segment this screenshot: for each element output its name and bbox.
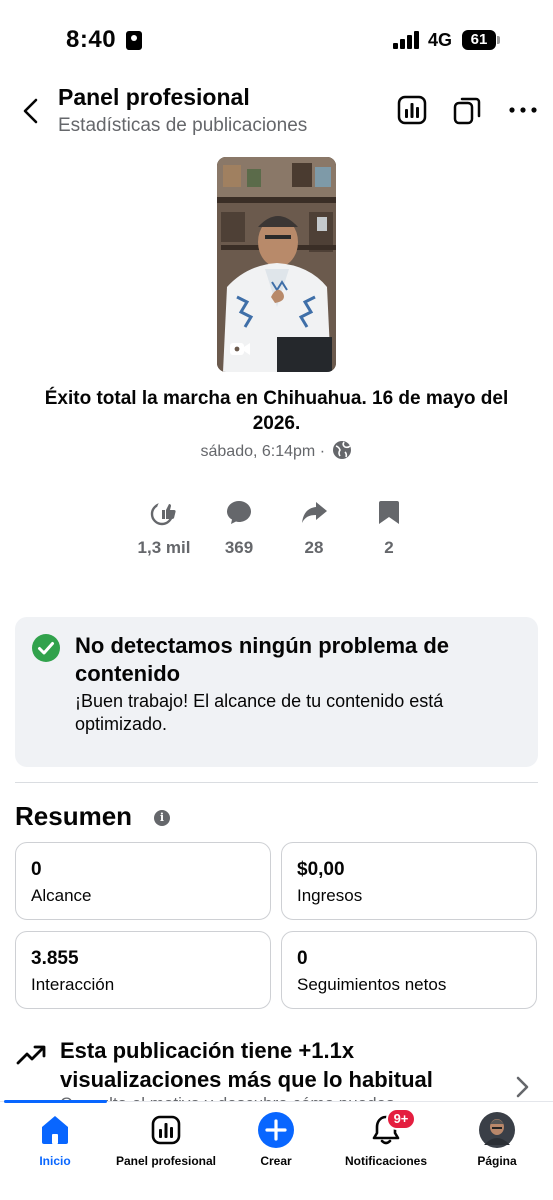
post-date-text: sábado, 6:14pm · xyxy=(200,443,326,460)
metric-label: Interacción xyxy=(31,975,115,994)
metric-label: Alcance xyxy=(31,886,92,905)
copy-icon[interactable] xyxy=(451,94,483,126)
tab-label: Crear xyxy=(260,1154,292,1168)
more-options-icon[interactable] xyxy=(507,94,539,126)
reactions-count: 1,3 mil xyxy=(137,538,191,557)
post-date: sábado, 6:14pm · xyxy=(0,440,553,461)
tab-label: Notificaciones xyxy=(344,1154,428,1168)
reactions-stat[interactable]: 1,3 mil xyxy=(124,498,204,558)
post-video-thumbnail[interactable] xyxy=(217,157,336,372)
back-arrow-icon[interactable] xyxy=(18,96,46,126)
tab-create[interactable]: Crear xyxy=(246,1112,306,1168)
video-camera-icon xyxy=(230,343,250,355)
metric-card-engagement[interactable]: 3.855 Interacción xyxy=(15,931,271,1009)
metric-card-net-follows[interactable]: 0 Seguimientos netos xyxy=(281,931,537,1009)
notification-badge: 9+ xyxy=(386,1108,416,1130)
metric-value: 0 xyxy=(31,859,42,880)
saves-count: 2 xyxy=(384,538,394,557)
comments-count: 369 xyxy=(224,538,254,557)
tab-home[interactable]: Inicio xyxy=(22,1112,88,1168)
network-type: 4G xyxy=(428,30,453,50)
content-status-description: ¡Buen trabajo! El alcance de tu contenid… xyxy=(75,691,444,734)
metric-value: $0,00 xyxy=(297,859,345,880)
screen-lock-icon xyxy=(126,31,142,50)
notifications-icon-wrap: 9+ xyxy=(368,1108,416,1148)
insights-chart-icon[interactable] xyxy=(396,94,428,126)
page-subtitle: Estadísticas de publicaciones xyxy=(58,115,308,136)
post-title: Éxito total la marcha en Chihuahua. 16 d… xyxy=(44,388,509,434)
status-time: 8:40 xyxy=(66,26,117,53)
shares-count: 28 xyxy=(304,538,324,557)
status-bar: 8:40 4G 61 xyxy=(0,0,553,80)
home-icon xyxy=(42,1116,68,1144)
info-icon[interactable]: i xyxy=(154,810,170,826)
content-status-title: No detectamos ningún problema de conteni… xyxy=(75,633,450,686)
metric-label: Seguimientos netos xyxy=(297,975,447,994)
page-avatar xyxy=(479,1112,515,1148)
tab-label: Página xyxy=(477,1154,517,1168)
shares-stat[interactable]: 28 xyxy=(274,498,354,558)
tab-notifications[interactable]: 9+ Notificaciones xyxy=(336,1108,436,1168)
reactions-icon xyxy=(150,499,177,526)
dashboard-chart-icon xyxy=(151,1115,181,1145)
page-title: Panel profesional xyxy=(58,84,250,110)
content-status-card: No detectamos ningún problema de conteni… xyxy=(15,617,538,767)
metric-card-reach[interactable]: 0 Alcance xyxy=(15,842,271,920)
metric-card-earnings[interactable]: $0,00 Ingresos xyxy=(281,842,537,920)
comments-stat[interactable]: 369 xyxy=(199,498,279,558)
share-arrow-icon xyxy=(302,502,327,523)
saves-stat[interactable]: 2 xyxy=(349,498,429,558)
chevron-right-icon[interactable] xyxy=(512,1074,532,1100)
tab-page[interactable]: Página xyxy=(472,1112,522,1168)
bookmark-icon xyxy=(379,501,399,524)
create-plus-icon xyxy=(258,1112,294,1148)
tab-label: Panel profesional xyxy=(115,1154,217,1168)
performance-insight[interactable]: Esta publicación tiene +1.1x visualizaci… xyxy=(0,1032,553,1107)
video-frame-image xyxy=(217,157,336,372)
tab-professional-dashboard[interactable]: Panel profesional xyxy=(108,1112,224,1168)
success-check-icon xyxy=(32,634,60,662)
metric-label: Ingresos xyxy=(297,886,363,905)
trending-up-icon xyxy=(16,1045,46,1065)
cellular-signal-icon xyxy=(393,31,421,49)
insight-text: Esta publicación tiene +1.1x visualizaci… xyxy=(60,1038,433,1092)
public-globe-icon xyxy=(333,441,352,459)
active-tab-indicator xyxy=(4,1100,107,1103)
section-divider xyxy=(15,782,538,783)
comment-icon xyxy=(227,501,251,524)
bottom-tab-bar: Inicio Panel profesional Crear 9+ Notifi… xyxy=(0,1100,553,1200)
metric-value: 0 xyxy=(297,948,308,969)
battery-level: 61 xyxy=(462,30,500,50)
summary-heading: Resumen xyxy=(15,801,133,831)
post-stats: 1,3 mil 369 28 2 xyxy=(0,498,553,568)
header: Panel profesional Estadísticas de public… xyxy=(0,80,553,140)
tab-label: Inicio xyxy=(39,1154,71,1168)
metric-value: 3.855 xyxy=(31,948,79,969)
